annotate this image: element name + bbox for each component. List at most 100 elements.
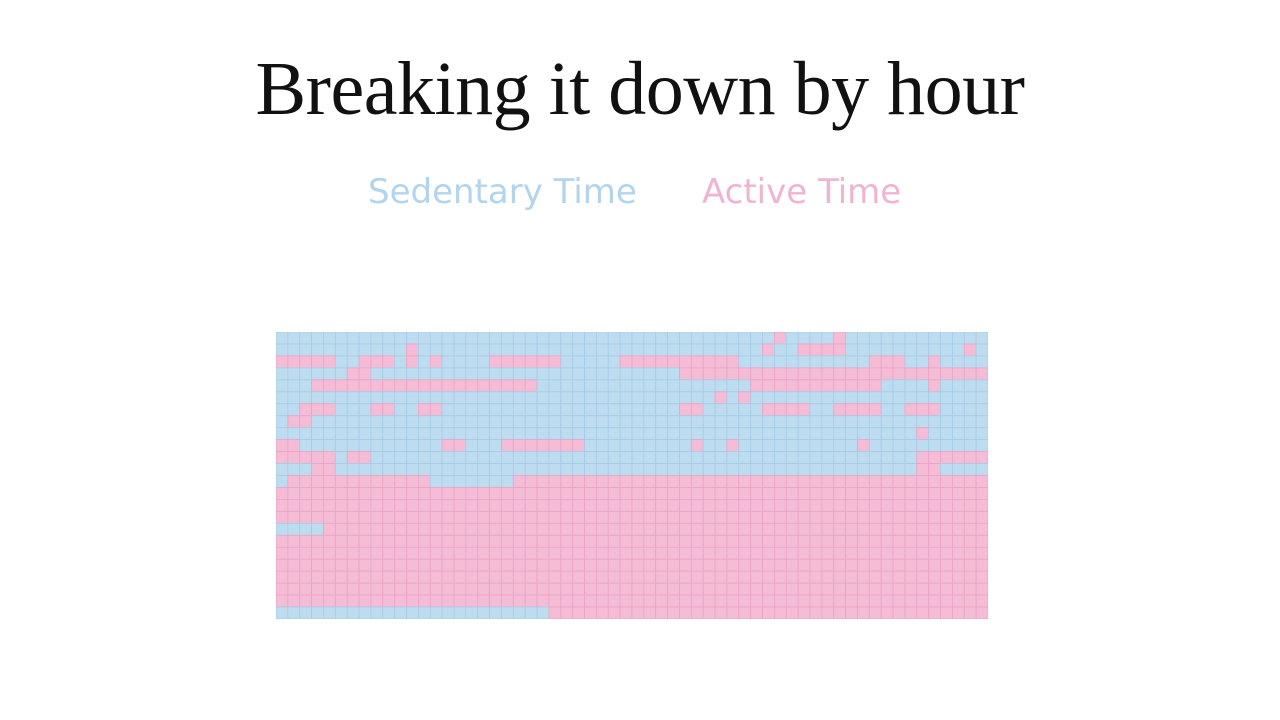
cell-active xyxy=(358,451,372,464)
cell-sedentary xyxy=(276,522,289,536)
cell-active xyxy=(276,582,289,596)
cell-sedentary xyxy=(631,463,645,476)
cell-sedentary xyxy=(441,475,455,488)
cell-active xyxy=(738,522,752,536)
cell-sedentary xyxy=(738,439,752,452)
cell-sedentary xyxy=(762,391,775,405)
cell-active xyxy=(762,510,775,524)
cell-active xyxy=(453,510,467,524)
cell-sedentary xyxy=(655,391,669,405)
cell-sedentary xyxy=(346,332,360,345)
cell-active xyxy=(975,522,988,536)
cell-active xyxy=(631,582,645,596)
cell-active xyxy=(287,570,301,584)
cell-active xyxy=(797,403,811,417)
cell-sedentary xyxy=(607,367,621,381)
cell-active xyxy=(952,367,965,381)
cell-sedentary xyxy=(904,427,918,441)
cell-sedentary xyxy=(276,475,289,488)
cell-sedentary xyxy=(370,343,384,357)
cell-sedentary xyxy=(370,439,384,452)
cell-sedentary xyxy=(299,367,312,381)
cell-sedentary xyxy=(643,391,657,405)
cell-sedentary xyxy=(667,463,680,476)
cell-sedentary xyxy=(394,439,407,452)
cell-active xyxy=(572,582,585,596)
cell-active xyxy=(429,355,443,369)
cell-sedentary xyxy=(595,332,609,345)
cell-active xyxy=(952,499,965,512)
cell-sedentary xyxy=(560,391,574,405)
cell-active xyxy=(595,487,609,500)
cell-active xyxy=(536,355,550,369)
hourly-heatmap xyxy=(276,332,988,619)
cell-active xyxy=(311,510,324,524)
cell-active xyxy=(928,487,941,500)
cell-sedentary xyxy=(453,343,467,357)
cell-active xyxy=(880,522,894,536)
cell-sedentary xyxy=(963,427,977,441)
cell-active xyxy=(702,570,716,584)
cell-active xyxy=(311,594,324,608)
cell-active xyxy=(904,570,918,584)
cell-active xyxy=(963,367,977,381)
cell-active xyxy=(868,379,882,393)
cell-active xyxy=(417,499,431,512)
cell-sedentary xyxy=(785,451,799,464)
cell-sedentary xyxy=(465,415,479,429)
cell-active xyxy=(690,558,704,572)
cell-active xyxy=(417,403,431,417)
cell-sedentary xyxy=(441,403,455,417)
cell-sedentary xyxy=(346,463,360,476)
cell-active xyxy=(655,594,669,608)
cell-active xyxy=(785,546,799,560)
cell-active xyxy=(299,558,312,572)
cell-active xyxy=(524,499,538,512)
cell-sedentary xyxy=(536,451,550,464)
cell-active xyxy=(928,522,941,536)
cell-active xyxy=(667,570,680,584)
cell-active xyxy=(714,355,728,369)
cell-sedentary xyxy=(857,463,870,476)
cell-active xyxy=(714,510,728,524)
cell-active xyxy=(868,510,882,524)
cell-active xyxy=(334,534,348,548)
cell-active xyxy=(773,606,787,619)
cell-active xyxy=(382,487,396,500)
cell-active xyxy=(762,546,775,560)
cell-sedentary xyxy=(773,343,787,357)
cell-active xyxy=(595,606,609,619)
cell-active xyxy=(276,487,289,500)
cell-sedentary xyxy=(868,439,882,452)
cell-active xyxy=(679,487,692,500)
cell-sedentary xyxy=(441,606,455,619)
cell-active xyxy=(904,582,918,596)
cell-sedentary xyxy=(702,332,716,345)
cell-active xyxy=(572,499,585,512)
cell-sedentary xyxy=(524,415,538,429)
cell-sedentary xyxy=(821,332,835,345)
cell-active xyxy=(809,510,823,524)
cell-sedentary xyxy=(940,343,953,357)
cell-active xyxy=(833,594,846,608)
cell-active xyxy=(750,558,763,572)
cell-active xyxy=(963,343,977,357)
cell-sedentary xyxy=(797,355,811,369)
cell-sedentary xyxy=(880,427,894,441)
cell-active xyxy=(690,534,704,548)
cell-active xyxy=(702,522,716,536)
cell-active xyxy=(916,499,930,512)
cell-sedentary xyxy=(821,451,835,464)
cell-active xyxy=(465,379,479,393)
cell-sedentary xyxy=(453,427,467,441)
cell-sedentary xyxy=(512,427,526,441)
cell-active xyxy=(429,558,443,572)
cell-sedentary xyxy=(501,427,514,441)
cell-sedentary xyxy=(346,415,360,429)
cell-active xyxy=(963,570,977,584)
cell-sedentary xyxy=(963,415,977,429)
cell-active xyxy=(323,475,336,488)
cell-active xyxy=(845,499,858,512)
cell-sedentary xyxy=(394,332,407,345)
cell-active xyxy=(477,570,490,584)
